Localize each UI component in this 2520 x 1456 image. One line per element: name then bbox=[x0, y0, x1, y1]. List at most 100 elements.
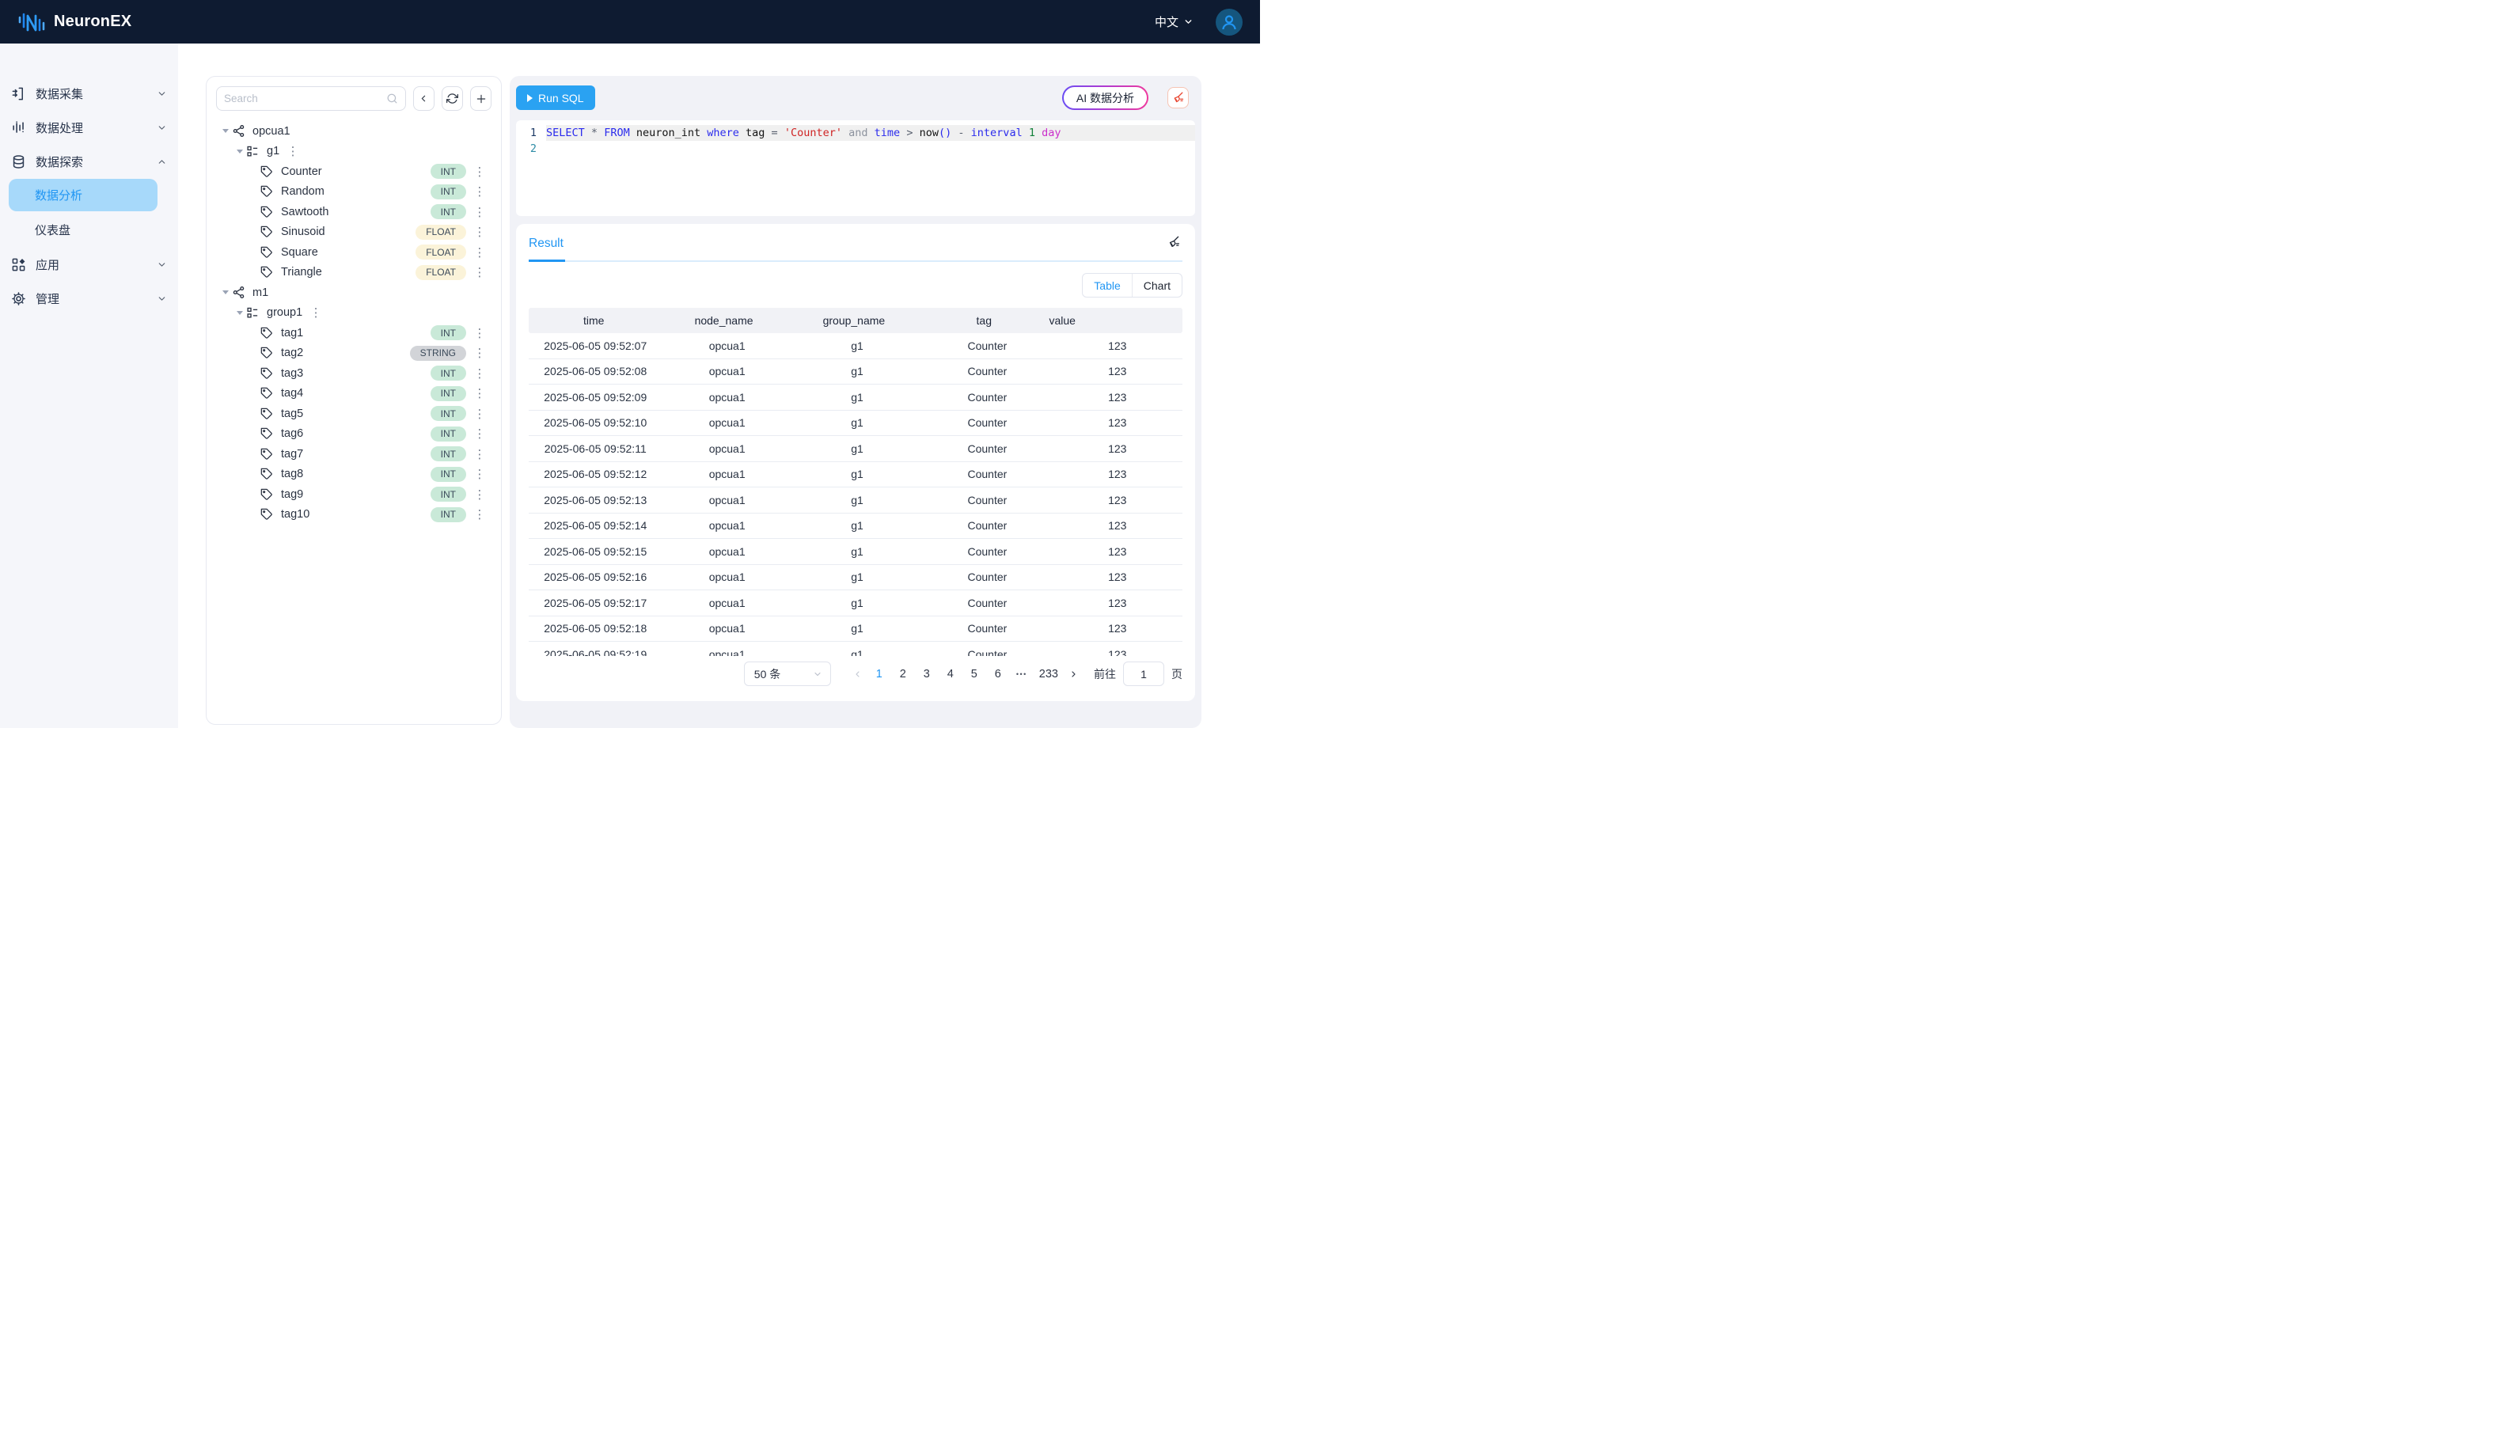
cell-time: 2025-06-05 09:52:11 bbox=[529, 442, 662, 455]
table-header: timenode_namegroup_nametagvalue bbox=[529, 308, 1182, 333]
tree-row[interactable]: tag2 STRING ⋮ bbox=[216, 343, 491, 364]
page-size-select[interactable]: 50 条 bbox=[744, 662, 831, 686]
table-row[interactable]: 2025-06-05 09:52:12 opcua1 g1 Counter 12… bbox=[529, 462, 1182, 488]
clear-sql-button[interactable] bbox=[1167, 87, 1189, 108]
table-row[interactable]: 2025-06-05 09:52:16 opcua1 g1 Counter 12… bbox=[529, 565, 1182, 591]
kebab-menu-icon[interactable]: ⋮ bbox=[304, 305, 328, 320]
kebab-menu-icon[interactable]: ⋮ bbox=[281, 144, 305, 158]
tree-row[interactable]: Counter INT ⋮ bbox=[216, 161, 491, 182]
tree-row[interactable]: tag8 INT ⋮ bbox=[216, 464, 491, 485]
table-row[interactable]: 2025-06-05 09:52:07 opcua1 g1 Counter 12… bbox=[529, 333, 1182, 359]
sidebar-item-management[interactable]: 管理 bbox=[0, 282, 178, 316]
table-row[interactable]: 2025-06-05 09:52:08 opcua1 g1 Counter 12… bbox=[529, 359, 1182, 385]
sidebar-item-data-collection[interactable]: 数据采集 bbox=[0, 77, 178, 111]
kebab-menu-icon[interactable]: ⋮ bbox=[468, 487, 491, 502]
kebab-menu-icon[interactable]: ⋮ bbox=[468, 366, 491, 381]
page-number[interactable]: 6 bbox=[989, 668, 1008, 681]
tree-row[interactable]: m1 ⋮ bbox=[216, 282, 491, 303]
next-page-button[interactable] bbox=[1064, 669, 1083, 679]
cell-group-name: g1 bbox=[792, 545, 922, 558]
tree-row[interactable]: Square FLOAT ⋮ bbox=[216, 242, 491, 263]
tree-expand-caret[interactable] bbox=[219, 290, 232, 294]
run-sql-button[interactable]: Run SQL bbox=[516, 85, 595, 110]
search-input[interactable] bbox=[224, 93, 386, 104]
tree-row[interactable]: tag5 INT ⋮ bbox=[216, 404, 491, 424]
tree-row[interactable]: tag7 INT ⋮ bbox=[216, 444, 491, 464]
sidebar-item-applications[interactable]: 应用 bbox=[0, 248, 178, 282]
tree-row[interactable]: group1 ⋮ bbox=[216, 303, 491, 324]
page-number[interactable]: 2 bbox=[894, 668, 913, 681]
tree-expand-caret[interactable] bbox=[219, 129, 232, 133]
tab-result[interactable]: Result bbox=[529, 237, 564, 251]
table-row[interactable]: 2025-06-05 09:52:15 opcua1 g1 Counter 12… bbox=[529, 539, 1182, 565]
page-number[interactable]: 1 bbox=[870, 668, 889, 681]
table-row[interactable]: 2025-06-05 09:52:09 opcua1 g1 Counter 12… bbox=[529, 385, 1182, 411]
user-avatar[interactable] bbox=[1216, 9, 1243, 36]
tree-row[interactable]: tag10 INT ⋮ bbox=[216, 505, 491, 525]
kebab-menu-icon[interactable]: ⋮ bbox=[468, 245, 491, 260]
language-selector[interactable]: 中文 bbox=[1155, 13, 1194, 30]
table-row[interactable]: 2025-06-05 09:52:18 opcua1 g1 Counter 12… bbox=[529, 616, 1182, 643]
kebab-menu-icon[interactable]: ⋮ bbox=[468, 427, 491, 441]
tree-row[interactable]: tag9 INT ⋮ bbox=[216, 484, 491, 505]
table-row[interactable]: 2025-06-05 09:52:17 opcua1 g1 Counter 12… bbox=[529, 590, 1182, 616]
page-number[interactable]: ••• bbox=[1012, 670, 1031, 678]
view-chart-button[interactable]: Chart bbox=[1133, 274, 1182, 297]
data-type-badge: INT bbox=[431, 164, 466, 179]
kebab-menu-icon[interactable]: ⋮ bbox=[468, 386, 491, 400]
table-row[interactable]: 2025-06-05 09:52:11 opcua1 g1 Counter 12… bbox=[529, 436, 1182, 462]
page-number[interactable]: 3 bbox=[917, 668, 936, 681]
sql-editor[interactable]: 1 SELECT * FROM neuron_int where tag = '… bbox=[516, 120, 1195, 216]
sidebar-item-data-exploration[interactable]: 数据探索 bbox=[0, 145, 178, 179]
tree-row[interactable]: opcua1 ⋮ bbox=[216, 121, 491, 142]
kebab-menu-icon[interactable]: ⋮ bbox=[468, 225, 491, 239]
table-row[interactable]: 2025-06-05 09:52:19 opcua1 g1 Counter 12… bbox=[529, 642, 1182, 656]
tree-search[interactable] bbox=[216, 86, 406, 111]
kebab-menu-icon[interactable]: ⋮ bbox=[468, 165, 491, 179]
tree-row[interactable]: tag6 INT ⋮ bbox=[216, 424, 491, 445]
table-row[interactable]: 2025-06-05 09:52:10 opcua1 g1 Counter 12… bbox=[529, 411, 1182, 437]
prev-page-button[interactable] bbox=[848, 669, 867, 679]
chevron-down-icon bbox=[157, 89, 167, 99]
table-row[interactable]: 2025-06-05 09:52:14 opcua1 g1 Counter 12… bbox=[529, 514, 1182, 540]
kebab-menu-icon[interactable]: ⋮ bbox=[468, 507, 491, 521]
tree-row[interactable]: Sawtooth INT ⋮ bbox=[216, 202, 491, 222]
clear-result-button[interactable] bbox=[1167, 235, 1181, 249]
kebab-menu-icon[interactable]: ⋮ bbox=[468, 447, 491, 461]
table-row[interactable]: 2025-06-05 09:52:13 opcua1 g1 Counter 12… bbox=[529, 487, 1182, 514]
sidebar-item-data-processing[interactable]: 数据处理 bbox=[0, 111, 178, 145]
sidebar-item-dashboard[interactable]: 仪表盘 bbox=[0, 214, 178, 246]
page-number[interactable]: 233 bbox=[1036, 668, 1061, 681]
kebab-menu-icon[interactable]: ⋮ bbox=[468, 467, 491, 481]
collapse-panel-button[interactable] bbox=[413, 86, 435, 111]
page-number[interactable]: 5 bbox=[965, 668, 984, 681]
tree-node-label: tag4 bbox=[281, 387, 303, 400]
sql-token: where bbox=[707, 127, 739, 139]
tree-row[interactable]: tag1 INT ⋮ bbox=[216, 323, 491, 343]
kebab-menu-icon[interactable]: ⋮ bbox=[468, 346, 491, 360]
tree-row[interactable]: tag3 INT ⋮ bbox=[216, 363, 491, 384]
tree-row[interactable]: tag4 INT ⋮ bbox=[216, 384, 491, 404]
node-icon bbox=[232, 124, 248, 138]
kebab-menu-icon[interactable]: ⋮ bbox=[468, 265, 491, 279]
refresh-button[interactable] bbox=[442, 86, 463, 111]
tree-expand-caret[interactable] bbox=[233, 150, 246, 154]
kebab-menu-icon[interactable]: ⋮ bbox=[468, 184, 491, 199]
ai-analysis-button[interactable]: AI 数据分析 bbox=[1062, 85, 1148, 110]
sidebar-item-data-analysis[interactable]: 数据分析 bbox=[9, 179, 158, 211]
page-number[interactable]: 4 bbox=[941, 668, 960, 681]
tree-row[interactable]: Triangle FLOAT ⋮ bbox=[216, 263, 491, 283]
tree-row[interactable]: Sinusoid FLOAT ⋮ bbox=[216, 222, 491, 243]
goto-page-input[interactable] bbox=[1123, 662, 1164, 686]
collect-icon bbox=[11, 86, 26, 101]
kebab-menu-icon[interactable]: ⋮ bbox=[468, 326, 491, 340]
tree-row[interactable]: Random INT ⋮ bbox=[216, 182, 491, 203]
cell-tag: Counter bbox=[922, 391, 1052, 404]
kebab-menu-icon[interactable]: ⋮ bbox=[468, 205, 491, 219]
add-button[interactable] bbox=[470, 86, 491, 111]
tree-expand-caret[interactable] bbox=[233, 311, 246, 315]
kebab-menu-icon[interactable]: ⋮ bbox=[468, 407, 491, 421]
chevron-left-icon bbox=[419, 93, 429, 104]
view-table-button[interactable]: Table bbox=[1083, 274, 1132, 297]
tree-row[interactable]: g1 ⋮ bbox=[216, 142, 491, 162]
